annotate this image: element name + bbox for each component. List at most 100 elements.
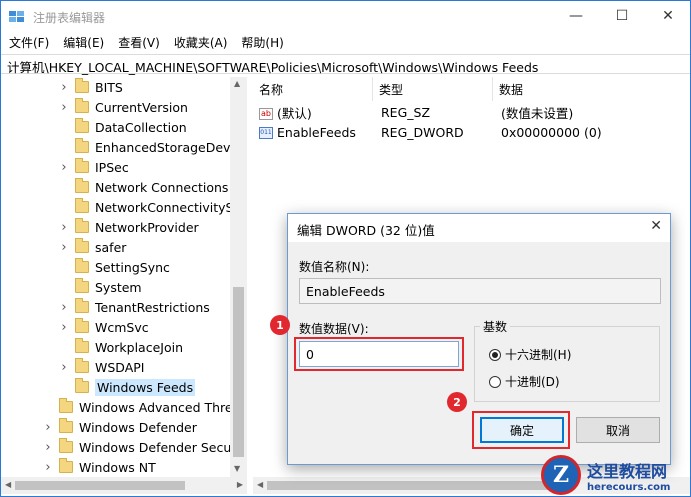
tree-item-label: IPSec [95, 159, 129, 175]
folder-icon [75, 258, 89, 273]
expand-chevron-icon[interactable]: › [59, 360, 69, 375]
tree-item[interactable]: › WSDAPI [59, 357, 144, 377]
registry-tree: › BITS › CurrentVersion DataCollection Enhanc… [1, 77, 247, 477]
tree-item[interactable]: Windows Advanced Threa [43, 397, 240, 417]
scroll-right-icon[interactable]: ▶ [237, 480, 243, 489]
expand-chevron-icon[interactable]: › [43, 440, 53, 455]
radio-hex[interactable]: 十六进制(H) [489, 346, 571, 363]
value-name-label: 数值名称(N): [299, 260, 370, 274]
cancel-button[interactable]: 取消 [576, 417, 660, 443]
tree-item[interactable]: › BITS [59, 77, 123, 97]
regedit-app-icon [9, 11, 24, 22]
binary-value-icon: 011 [259, 127, 273, 139]
value-name: (默认) [277, 105, 312, 121]
folder-icon [59, 438, 73, 453]
folder-icon [75, 118, 89, 133]
list-row[interactable]: ab (默认) REG_SZ (数值未设置) [253, 102, 690, 122]
scrollbar-thumb[interactable] [267, 481, 567, 490]
string-value-icon: ab [259, 108, 273, 120]
tree-vertical-scrollbar[interactable]: ▲ ▼ [230, 77, 247, 477]
tree-item-label: safer [95, 239, 127, 255]
tree-item-label: Windows Defender [79, 419, 197, 435]
tree-item[interactable]: WorkplaceJoin [59, 337, 183, 357]
radio-selected-icon [489, 348, 501, 361]
tree-item[interactable]: › Windows Defender Securi [43, 437, 240, 457]
tree-item[interactable]: System [59, 277, 142, 297]
column-header-data[interactable]: 数据 [493, 77, 690, 101]
tree-item[interactable]: › TenantRestrictions [59, 297, 210, 317]
tree-item[interactable]: Windows Feeds [59, 377, 196, 397]
tree-item[interactable]: › Windows Defender [43, 417, 197, 437]
column-header-type[interactable]: 类型 [373, 77, 493, 101]
tree-horizontal-scrollbar[interactable]: ◀ ▶ [1, 477, 247, 494]
menu-view[interactable]: 查看(V) [110, 32, 166, 52]
minimize-button[interactable]: — [553, 1, 599, 31]
minimize-icon: — [569, 8, 583, 24]
scrollbar-thumb[interactable] [15, 481, 185, 490]
expand-chevron-icon[interactable]: › [59, 300, 69, 315]
address-bar[interactable]: 计算机\HKEY_LOCAL_MACHINE\SOFTWARE\Policies… [1, 54, 690, 75]
highlight-ok-button [472, 411, 570, 449]
folder-icon [59, 418, 73, 433]
menu-help[interactable]: 帮助(H) [233, 32, 289, 52]
tree-item[interactable]: Network Connections [59, 177, 228, 197]
tree-item[interactable]: › WcmSvc [59, 317, 149, 337]
tree-item[interactable]: SettingSync [59, 257, 170, 277]
folder-icon [75, 338, 89, 353]
window-title: 注册表编辑器 [33, 11, 106, 25]
column-header-name[interactable]: 名称 [253, 77, 373, 101]
tree-item-label: System [95, 279, 142, 295]
expand-chevron-icon[interactable]: › [59, 100, 69, 115]
folder-icon [75, 378, 89, 393]
tree-item-label: TenantRestrictions [95, 299, 210, 315]
expand-chevron-icon[interactable]: › [59, 220, 69, 235]
tree-item[interactable]: › Windows NT [43, 457, 156, 477]
menu-edit[interactable]: 编辑(E) [55, 32, 110, 52]
folder-icon [75, 178, 89, 193]
dialog-title-bar: 编辑 DWORD (32 位)值 ✕ [288, 214, 670, 242]
scroll-up-icon[interactable]: ▲ [234, 79, 240, 88]
scrollbar-thumb[interactable] [233, 287, 244, 457]
tree-item[interactable]: › NetworkProvider [59, 217, 199, 237]
scroll-left-icon[interactable]: ◀ [257, 480, 263, 489]
tree-item[interactable]: › IPSec [59, 157, 129, 177]
expand-chevron-icon[interactable]: › [59, 80, 69, 95]
dialog-title: 编辑 DWORD (32 位)值 [297, 223, 435, 238]
list-row[interactable]: 011 EnableFeeds REG_DWORD 0x00000000 (0) [253, 122, 690, 142]
expand-chevron-icon[interactable]: › [43, 420, 53, 435]
folder-icon [75, 138, 89, 153]
menu-file[interactable]: 文件(F) [1, 32, 55, 52]
highlight-data-input [294, 337, 464, 371]
tree-item-label: WorkplaceJoin [95, 339, 184, 355]
tree-item-label: EnhancedStorageDevice [95, 139, 247, 155]
expand-chevron-icon[interactable]: › [43, 460, 53, 475]
tree-item[interactable]: › CurrentVersion [59, 97, 188, 117]
tree-item[interactable]: DataCollection [59, 117, 187, 137]
menu-favorites[interactable]: 收藏夹(A) [166, 32, 234, 52]
base-group [474, 326, 660, 402]
expand-chevron-icon[interactable]: › [59, 240, 69, 255]
expand-chevron-icon[interactable]: › [59, 160, 69, 175]
folder-icon [59, 458, 73, 473]
close-button[interactable]: ✕ [645, 1, 691, 31]
folder-icon [75, 98, 89, 113]
expand-chevron-icon[interactable]: › [59, 320, 69, 335]
scroll-down-icon[interactable]: ▼ [234, 464, 240, 473]
scroll-left-icon[interactable]: ◀ [5, 480, 11, 489]
close-icon: ✕ [662, 8, 674, 24]
radio-unselected-icon [489, 375, 501, 388]
tree-item[interactable]: EnhancedStorageDevice [59, 137, 247, 157]
step-badge-1: 1 [270, 315, 290, 335]
tree-item[interactable]: NetworkConnectivitySta [59, 197, 246, 217]
value-name-field: EnableFeeds [299, 278, 661, 304]
value-data: 0x00000000 (0) [501, 124, 602, 140]
title-bar: 注册表编辑器 — ☐ ✕ [1, 1, 690, 31]
maximize-button[interactable]: ☐ [599, 1, 645, 31]
tree-item[interactable]: › safer [59, 237, 126, 257]
folder-icon [75, 278, 89, 293]
tree-item-label: CurrentVersion [95, 99, 188, 115]
radio-dec[interactable]: 十进制(D) [489, 373, 560, 390]
dialog-close-icon[interactable]: ✕ [650, 218, 662, 234]
folder-icon [75, 318, 89, 333]
watermark-text: 这里教程网 [587, 461, 668, 481]
